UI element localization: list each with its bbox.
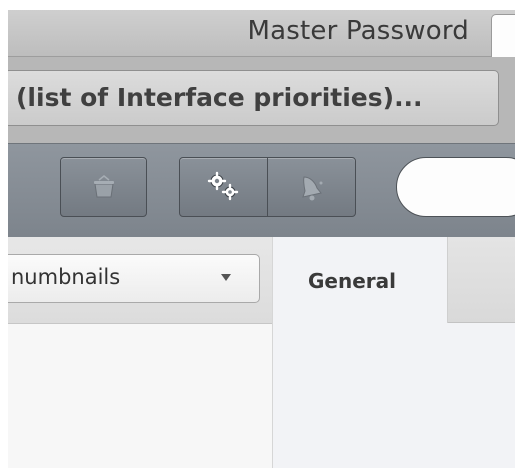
tab-general-label: General xyxy=(308,269,396,293)
app-window: Master Password (list of Interface prior… xyxy=(8,10,515,468)
path-label: (list of Interface priorities)... xyxy=(16,83,423,112)
path-bar: (list of Interface priorities)... xyxy=(8,57,515,143)
tab-general[interactable]: General xyxy=(273,237,448,323)
list-header: numbnails xyxy=(8,237,272,324)
title-tab[interactable] xyxy=(491,14,515,61)
settings-button[interactable] xyxy=(179,157,268,217)
item-list-pane: numbnails xyxy=(8,237,273,468)
window-title: Master Password xyxy=(247,16,469,46)
notifications-button[interactable] xyxy=(267,157,356,217)
detail-pane: General xyxy=(273,237,515,468)
view-mode-select[interactable]: numbnails xyxy=(8,254,260,303)
gear-icon xyxy=(207,171,238,201)
chevron-down-icon xyxy=(221,274,231,281)
trash-button[interactable] xyxy=(60,157,147,217)
toolbar xyxy=(8,143,515,238)
detail-tab-bar: General xyxy=(273,237,515,323)
tab-next[interactable] xyxy=(448,237,515,323)
title-bar: Master Password xyxy=(8,10,515,61)
view-mode-label: numbnails xyxy=(11,265,121,289)
path-dropdown[interactable]: (list of Interface priorities)... xyxy=(8,70,499,126)
search-input[interactable] xyxy=(396,157,515,217)
trash-icon xyxy=(93,175,114,198)
bell-icon xyxy=(301,176,322,201)
